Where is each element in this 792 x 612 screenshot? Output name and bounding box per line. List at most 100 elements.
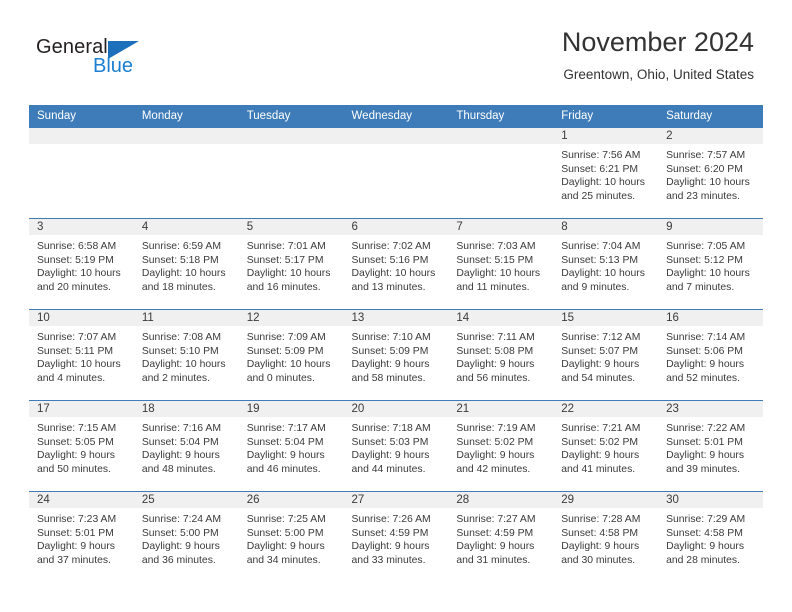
calendar-day-cell[interactable]: 8 Sunrise: 7:04 AM Sunset: 5:13 PM Daylight… [553,218,659,310]
calendar-day-cell[interactable]: 5 Sunrise: 7:01 AM Sunset: 5:17 PM Daylight… [238,218,344,310]
day-cell-inner [133,128,239,218]
day-cell-inner: 14 Sunrise: 7:11 AM Sunset: 5:08 PM Dayligh… [448,310,554,400]
weekday-header-wednesday: Wednesday [343,105,449,128]
day-number: 5 [238,219,344,235]
sun-times: Sunrise: 6:58 AM Sunset: 5:19 PM Daylight:… [29,235,134,294]
sunset-time: Sunset: 4:58 PM [561,527,639,539]
day-cell-inner: 7 Sunrise: 7:03 AM Sunset: 5:15 PM Daylight… [448,219,554,309]
calendar-day-cell[interactable]: 9 Sunrise: 7:05 AM Sunset: 5:12 PM Daylight… [658,218,763,310]
sunrise-time: Sunrise: 6:58 AM [37,241,117,252]
sunset-time: Sunset: 5:16 PM [351,254,429,266]
calendar-day-cell[interactable]: 13 Sunrise: 7:10 AM Sunset: 5:09 PM Dayligh… [343,309,449,401]
calendar-day-cell[interactable]: 24 Sunrise: 7:23 AM Sunset: 5:01 PM Dayligh… [29,491,134,582]
calendar-day-cell[interactable]: 21 Sunrise: 7:19 AM Sunset: 5:02 PM Dayligh… [448,400,554,492]
sunrise-time: Sunrise: 7:05 AM [666,241,746,252]
sunset-time: Sunset: 6:21 PM [561,163,639,175]
calendar-day-cell[interactable]: 29 Sunrise: 7:28 AM Sunset: 4:58 PM Dayligh… [553,491,659,582]
daylight-duration-line1: Daylight: 10 hours [666,268,750,280]
calendar-day-cell[interactable]: 15 Sunrise: 7:12 AM Sunset: 5:07 PM Dayligh… [553,309,659,401]
sun-times: Sunrise: 7:23 AM Sunset: 5:01 PM Daylight:… [29,508,134,567]
general-blue-logo[interactable]: General Blue [36,36,176,80]
calendar-week-row: 3 Sunrise: 6:58 AM Sunset: 5:19 PM Daylight… [29,218,763,310]
sunset-time: Sunset: 5:00 PM [141,527,219,539]
calendar-day-cell[interactable]: 6 Sunrise: 7:02 AM Sunset: 5:16 PM Daylight… [343,218,449,310]
calendar-day-cell[interactable]: 10 Sunrise: 7:07 AM Sunset: 5:11 PM Dayligh… [29,309,134,401]
calendar-day-cell[interactable]: 25 Sunrise: 7:24 AM Sunset: 5:00 PM Dayligh… [133,491,239,582]
daylight-duration-line2: and 7 minutes. [666,281,735,293]
calendar-day-cell[interactable]: 12 Sunrise: 7:09 AM Sunset: 5:09 PM Dayligh… [238,309,344,401]
calendar-day-cell[interactable]: 14 Sunrise: 7:11 AM Sunset: 5:08 PM Dayligh… [448,309,554,401]
sunset-time: Sunset: 5:19 PM [37,254,114,266]
sunrise-time: Sunrise: 7:10 AM [351,332,431,343]
sunset-time: Sunset: 5:02 PM [456,436,534,448]
calendar-day-cell[interactable]: 28 Sunrise: 7:27 AM Sunset: 4:59 PM Dayligh… [448,491,554,582]
daylight-duration-line1: Daylight: 9 hours [141,450,220,462]
calendar-cell-empty [238,128,344,219]
sun-times: Sunrise: 7:10 AM Sunset: 5:09 PM Daylight:… [344,326,449,385]
day-number: 13 [343,310,449,326]
sun-times: Sunrise: 7:09 AM Sunset: 5:09 PM Daylight:… [239,326,344,385]
calendar-day-cell[interactable]: 11 Sunrise: 7:08 AM Sunset: 5:10 PM Dayligh… [133,309,239,401]
day-number: 15 [553,310,659,326]
sun-times: Sunrise: 7:18 AM Sunset: 5:03 PM Daylight:… [344,417,449,476]
calendar-day-cell[interactable]: 20 Sunrise: 7:18 AM Sunset: 5:03 PM Dayligh… [343,400,449,492]
calendar-day-cell[interactable]: 27 Sunrise: 7:26 AM Sunset: 4:59 PM Dayligh… [343,491,449,582]
day-number: 2 [658,128,763,144]
calendar-day-cell[interactable]: 7 Sunrise: 7:03 AM Sunset: 5:15 PM Daylight… [448,218,554,310]
daylight-duration-line1: Daylight: 10 hours [351,268,436,280]
calendar-day-cell[interactable]: 26 Sunrise: 7:25 AM Sunset: 5:00 PM Dayligh… [238,491,344,582]
day-cell-inner: 13 Sunrise: 7:10 AM Sunset: 5:09 PM Dayligh… [343,310,449,400]
calendar-day-cell[interactable]: 17 Sunrise: 7:15 AM Sunset: 5:05 PM Dayligh… [29,400,134,492]
calendar-cell-empty [29,128,134,219]
calendar-day-cell[interactable]: 4 Sunrise: 6:59 AM Sunset: 5:18 PM Daylight… [133,218,239,310]
calendar-day-cell[interactable]: 19 Sunrise: 7:17 AM Sunset: 5:04 PM Dayligh… [238,400,344,492]
calendar-day-cell[interactable]: 1 Sunrise: 7:56 AM Sunset: 6:21 PM Daylight… [553,128,659,219]
sunset-time: Sunset: 6:20 PM [666,163,743,175]
calendar-day-cell[interactable]: 22 Sunrise: 7:21 AM Sunset: 5:02 PM Dayligh… [553,400,659,492]
sunrise-time: Sunrise: 7:19 AM [456,423,536,434]
sunset-time: Sunset: 5:00 PM [246,527,324,539]
weekday-header-tuesday: Tuesday [238,105,344,128]
daylight-duration-line2: and 36 minutes. [141,554,216,566]
calendar-body: 1 Sunrise: 7:56 AM Sunset: 6:21 PM Daylight… [29,128,763,582]
day-cell-inner: 10 Sunrise: 7:07 AM Sunset: 5:11 PM Dayligh… [29,310,134,400]
daylight-duration-line2: and 44 minutes. [351,463,426,475]
calendar-week-row: 10 Sunrise: 7:07 AM Sunset: 5:11 PM Dayligh… [29,309,763,401]
daylight-duration-line1: Daylight: 10 hours [246,359,331,371]
day-cell-inner: 1 Sunrise: 7:56 AM Sunset: 6:21 PM Daylight… [553,128,659,218]
day-cell-inner [238,128,344,218]
calendar-day-cell[interactable]: 18 Sunrise: 7:16 AM Sunset: 5:04 PM Dayligh… [133,400,239,492]
calendar-day-cell[interactable]: 30 Sunrise: 7:29 AM Sunset: 4:58 PM Dayligh… [658,491,763,582]
day-cell-inner: 24 Sunrise: 7:23 AM Sunset: 5:01 PM Dayligh… [29,492,134,582]
calendar-day-cell[interactable]: 3 Sunrise: 6:58 AM Sunset: 5:19 PM Daylight… [29,218,134,310]
calendar-day-cell[interactable]: 23 Sunrise: 7:22 AM Sunset: 5:01 PM Dayligh… [658,400,763,492]
sun-times: Sunrise: 7:22 AM Sunset: 5:01 PM Daylight:… [658,417,763,476]
day-cell-inner: 23 Sunrise: 7:22 AM Sunset: 5:01 PM Dayligh… [658,401,763,491]
sunrise-time: Sunrise: 7:57 AM [666,150,746,161]
daylight-duration-line1: Daylight: 9 hours [561,359,640,371]
day-cell-inner: 21 Sunrise: 7:19 AM Sunset: 5:02 PM Dayligh… [448,401,554,491]
sunset-time: Sunset: 5:04 PM [246,436,324,448]
sunset-time: Sunset: 4:59 PM [456,527,534,539]
daylight-duration-line2: and 48 minutes. [141,463,216,475]
calendar-day-cell[interactable]: 16 Sunrise: 7:14 AM Sunset: 5:06 PM Dayligh… [658,309,763,401]
sunset-time: Sunset: 5:08 PM [456,345,534,357]
location-subtitle: Greentown, Ohio, United States [563,66,754,82]
day-number: 28 [448,492,554,508]
daylight-duration-line2: and 28 minutes. [666,554,740,566]
sunset-time: Sunset: 5:03 PM [351,436,429,448]
calendar-day-cell[interactable]: 2 Sunrise: 7:57 AM Sunset: 6:20 PM Daylight… [658,128,763,219]
sunset-time: Sunset: 5:07 PM [561,345,639,357]
day-cell-inner: 4 Sunrise: 6:59 AM Sunset: 5:18 PM Daylight… [133,219,239,309]
daylight-duration-line2: and 37 minutes. [37,554,111,566]
sunrise-time: Sunrise: 7:25 AM [246,514,326,525]
day-number [448,128,554,144]
sunset-time: Sunset: 5:06 PM [666,345,743,357]
weekday-header-sunday: Sunday [29,105,134,128]
daylight-duration-line2: and 25 minutes. [561,190,636,202]
sunrise-time: Sunrise: 7:02 AM [351,241,431,252]
sun-times: Sunrise: 7:04 AM Sunset: 5:13 PM Daylight:… [553,235,658,294]
sunrise-time: Sunrise: 7:09 AM [246,332,326,343]
daylight-duration-line2: and 41 minutes. [561,463,636,475]
daylight-duration-line2: and 30 minutes. [561,554,636,566]
